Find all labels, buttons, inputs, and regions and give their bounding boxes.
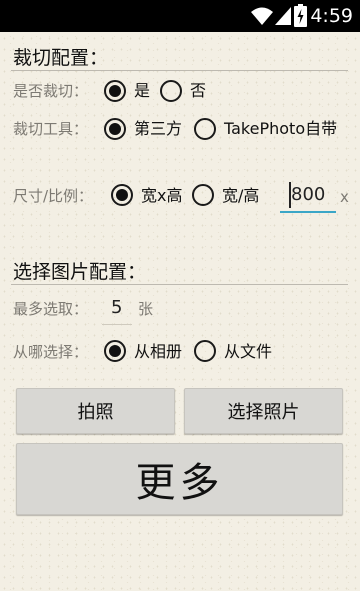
- select-config-title: 选择图片配置：: [13, 261, 147, 283]
- more-button-label: 更多: [135, 460, 224, 506]
- signal-icon: [275, 7, 291, 25]
- select-photo-button-label: 选择照片: [227, 402, 300, 423]
- source-album-radio[interactable]: [104, 340, 126, 362]
- tool-takephoto-radio[interactable]: [194, 118, 216, 140]
- more-button[interactable]: 更多: [16, 443, 343, 515]
- crop-yes-label[interactable]: 是: [134, 81, 150, 101]
- size-ratio-radio[interactable]: [192, 184, 214, 206]
- wifi-icon: [251, 7, 273, 25]
- size-separator: x: [340, 188, 349, 206]
- clock-time: 4:59: [310, 5, 353, 27]
- crop-width-input[interactable]: 800: [291, 184, 325, 206]
- take-photo-button-label: 拍照: [77, 402, 114, 423]
- take-photo-button[interactable]: 拍照: [16, 388, 175, 434]
- size-ratio-label: 尺寸/比例：: [13, 187, 94, 205]
- source-file-label[interactable]: 从文件: [224, 342, 272, 362]
- crop-tool-label: 裁切工具：: [13, 120, 89, 138]
- tool-third-party-radio[interactable]: [104, 118, 126, 140]
- max-select-label: 最多选取：: [13, 300, 89, 318]
- crop-config-title: 裁切配置：: [13, 47, 109, 69]
- crop-no-radio[interactable]: [160, 80, 182, 102]
- battery-charging-icon: [294, 4, 307, 27]
- tool-third-party-label[interactable]: 第三方: [134, 119, 182, 139]
- crop-width-underline: [280, 211, 336, 213]
- source-label: 从哪选择：: [13, 343, 89, 361]
- source-album-label[interactable]: 从相册: [134, 342, 182, 362]
- screen: 4:59 裁切配置： 是否裁切： 是 否 裁切工具： 第三方 TakePhoto…: [0, 0, 360, 591]
- size-ratio-option-label[interactable]: 宽/高: [222, 186, 259, 206]
- max-select-input[interactable]: 5: [111, 297, 122, 319]
- select-config-divider: [11, 284, 348, 285]
- crop-no-label[interactable]: 否: [190, 81, 206, 101]
- size-wxh-radio[interactable]: [111, 184, 133, 206]
- size-wxh-label[interactable]: 宽x高: [141, 186, 182, 206]
- crop-enable-label: 是否裁切：: [13, 82, 89, 100]
- source-file-radio[interactable]: [194, 340, 216, 362]
- max-select-unit: 张: [138, 300, 154, 318]
- crop-yes-radio[interactable]: [104, 80, 126, 102]
- crop-config-divider: [11, 70, 348, 71]
- select-photo-button[interactable]: 选择照片: [184, 388, 343, 434]
- tool-takephoto-label[interactable]: TakePhoto自带: [224, 119, 337, 139]
- status-bar: 4:59: [0, 0, 360, 32]
- max-select-underline: [102, 324, 132, 325]
